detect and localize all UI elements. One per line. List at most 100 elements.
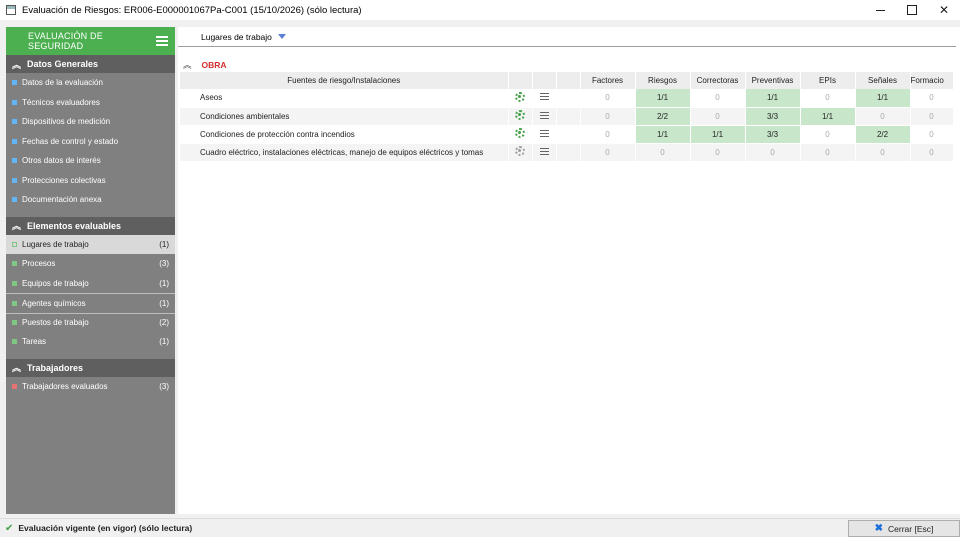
table-row[interactable]: Cuadro eléctrico, instalaciones eléctric… xyxy=(180,143,954,162)
gear-icon[interactable] xyxy=(515,91,525,102)
sidebar-item[interactable]: Datos de la evaluación xyxy=(6,73,175,93)
value-cell[interactable]: 1/1 xyxy=(745,89,801,108)
value-cell[interactable]: 0 xyxy=(800,143,856,162)
sidebar-item[interactable]: Agentes químicos (1) xyxy=(6,293,175,313)
sidebar-item[interactable]: Equipos de trabajo (1) xyxy=(6,274,175,294)
close-button-label: Cerrar [Esc] xyxy=(888,523,934,534)
sidebar-item[interactable]: Tareas (1) xyxy=(6,332,175,352)
value-cell[interactable]: 0 xyxy=(580,143,636,162)
table-row[interactable]: Condiciones ambientales 0 2/2 0 3/3 1/1 0 0 xyxy=(180,107,954,126)
value-cell[interactable]: 1/1 xyxy=(800,107,856,126)
column-header[interactable]: EPIs xyxy=(800,72,856,89)
value-cell[interactable]: 0 xyxy=(855,143,911,162)
settings-cell[interactable] xyxy=(508,125,533,144)
details-cell[interactable] xyxy=(532,125,557,144)
close-button[interactable]: ✖ Cerrar [Esc] xyxy=(848,520,960,537)
bullet-icon xyxy=(12,158,17,164)
value-cell[interactable]: 2/2 xyxy=(635,107,691,126)
bullet-icon xyxy=(12,320,17,326)
value-cell[interactable]: 0 xyxy=(580,125,636,144)
list-icon[interactable] xyxy=(539,111,549,119)
sidebar-item[interactable]: Trabajadores evaluados (3) xyxy=(6,377,175,397)
value-cell[interactable]: 0 xyxy=(855,107,911,126)
gear-icon[interactable] xyxy=(515,146,525,156)
row-name: Cuadro eléctrico, instalaciones eléctric… xyxy=(180,143,509,162)
status-bar: ✔ Evaluación vigente (en vigor) (sólo le… xyxy=(0,518,960,537)
column-header[interactable] xyxy=(532,72,557,89)
settings-cell[interactable] xyxy=(508,143,533,162)
table-row[interactable]: Condiciones de protección contra incendi… xyxy=(180,125,954,144)
column-header[interactable]: Factores xyxy=(580,72,636,89)
value-cell[interactable]: 0 xyxy=(910,143,954,162)
value-cell[interactable]: 1/1 xyxy=(635,89,691,108)
sidebar-item[interactable]: Procesos (3) xyxy=(6,254,175,274)
column-header[interactable]: Correctoras xyxy=(690,72,746,89)
close-window-button[interactable]: ✕ xyxy=(928,0,960,20)
list-icon[interactable] xyxy=(539,147,549,155)
settings-cell[interactable] xyxy=(508,107,533,126)
sidebar-header-title: EVALUACIÓN DE SEGURIDAD xyxy=(28,31,103,51)
table-row[interactable]: Aseos 0 1/1 0 1/1 0 1/1 0 xyxy=(180,89,954,108)
sidebar-item-count: (1) xyxy=(159,298,169,308)
column-header[interactable] xyxy=(508,72,533,89)
value-cell[interactable]: 0 xyxy=(690,107,746,126)
title-bar: Evaluación de Riesgos: ER006-E000001067P… xyxy=(0,0,960,20)
value-cell[interactable]: 0 xyxy=(910,89,954,108)
value-cell[interactable]: 1/1 xyxy=(690,125,746,144)
value-cell[interactable]: 3/3 xyxy=(745,125,801,144)
sidebar-item[interactable]: Lugares de trabajo (1) xyxy=(6,234,175,254)
sidebar-item[interactable]: Puestos de trabajo (2) xyxy=(6,312,175,333)
sidebar-item[interactable]: Protecciones colectivas xyxy=(6,171,175,191)
main-panel: Lugares de trabajo ︽ OBRA Fuentes de rie… xyxy=(178,27,960,514)
group-header[interactable]: ︽ OBRA xyxy=(183,59,227,71)
value-cell[interactable]: 0 xyxy=(910,125,954,144)
value-cell[interactable]: 1/1 xyxy=(635,125,691,144)
value-cell[interactable]: 2/2 xyxy=(855,125,911,144)
value-cell[interactable]: 0 xyxy=(690,143,746,162)
column-header[interactable]: Preventivas xyxy=(745,72,801,89)
value-cell[interactable]: 0 xyxy=(910,107,954,126)
sidebar-item[interactable]: Documentación anexa xyxy=(6,190,175,210)
section-elementos-evaluables[interactable]: ︽ Elementos evaluables xyxy=(6,216,175,235)
sidebar-item[interactable]: Dispositivos de medición xyxy=(6,112,175,132)
sidebar-item-label: Tareas xyxy=(22,337,47,347)
value-cell[interactable]: 0 xyxy=(635,143,691,162)
details-cell[interactable] xyxy=(532,143,557,162)
list-icon[interactable] xyxy=(539,129,549,137)
value-cell[interactable]: 3/3 xyxy=(745,107,801,126)
bullet-icon xyxy=(12,241,17,247)
bullet-icon xyxy=(12,177,17,183)
value-cell[interactable]: 0 xyxy=(580,107,636,126)
status-text: Evaluación vigente (en vigor) (sólo lect… xyxy=(18,523,193,533)
sidebar-item[interactable]: Técnicos evaluadores xyxy=(6,93,175,113)
column-header[interactable]: Riesgos xyxy=(635,72,691,89)
maximize-button[interactable] xyxy=(896,0,928,20)
column-header[interactable]: Fuentes de riesgo/Instalaciones xyxy=(180,72,509,89)
details-cell[interactable] xyxy=(532,89,557,108)
value-cell[interactable]: 0 xyxy=(690,89,746,108)
settings-cell[interactable] xyxy=(508,89,533,108)
view-selector[interactable]: Lugares de trabajo xyxy=(178,27,956,47)
value-cell[interactable]: 0 xyxy=(580,89,636,108)
gear-icon[interactable] xyxy=(515,110,525,120)
gear-icon[interactable] xyxy=(515,128,525,138)
column-header[interactable]: Formacio xyxy=(910,72,954,89)
sidebar-item[interactable]: Otros datos de interés xyxy=(6,151,175,171)
section-datos-generales[interactable]: ︽ Datos Generales xyxy=(6,55,175,73)
sidebar-item[interactable]: Fechas de control y estado xyxy=(6,132,175,152)
empty-cell xyxy=(556,125,581,144)
column-header[interactable]: Señales xyxy=(855,72,911,89)
details-cell[interactable] xyxy=(532,107,557,126)
value-cell[interactable]: 0 xyxy=(800,89,856,108)
sidebar-item-count: (3) xyxy=(159,381,169,391)
section-trabajadores[interactable]: ︽ Trabajadores xyxy=(6,358,175,377)
minimize-button[interactable] xyxy=(864,0,896,20)
list-icon[interactable] xyxy=(539,93,549,101)
app-icon xyxy=(6,5,16,15)
menu-icon[interactable] xyxy=(155,36,168,46)
empty-cell xyxy=(556,89,581,108)
value-cell[interactable]: 0 xyxy=(800,125,856,144)
value-cell[interactable]: 0 xyxy=(745,143,801,162)
column-header[interactable] xyxy=(556,72,581,89)
value-cell[interactable]: 1/1 xyxy=(855,89,911,108)
